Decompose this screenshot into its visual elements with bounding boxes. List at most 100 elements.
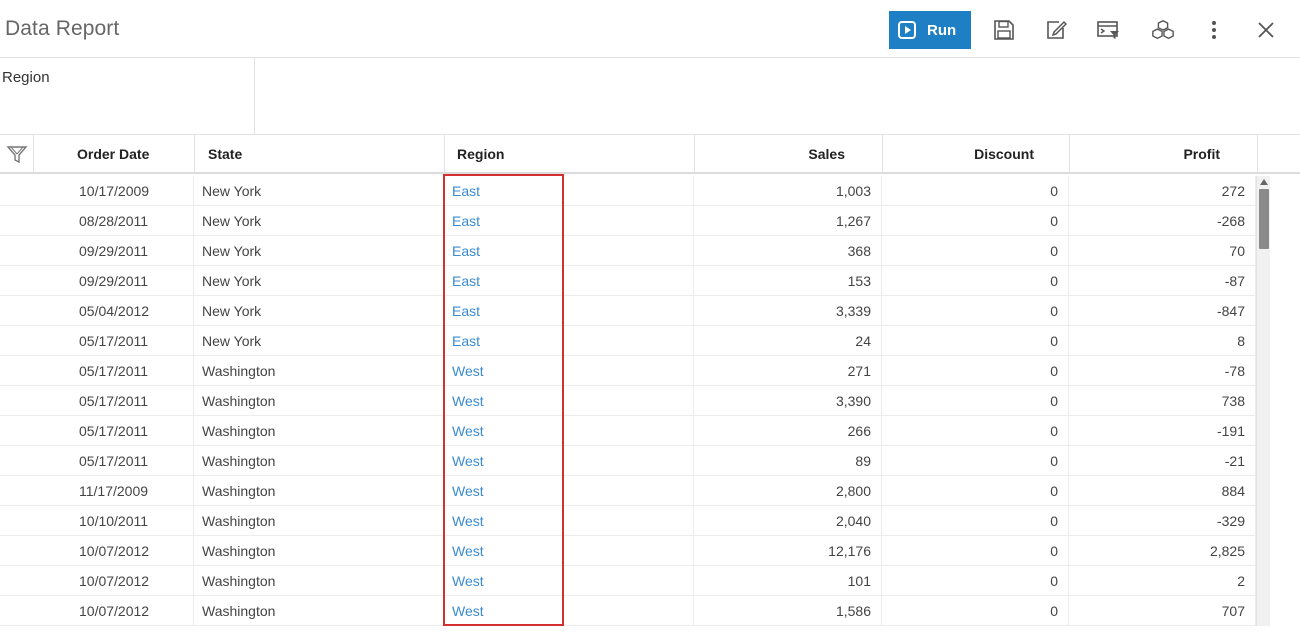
cell-sales: 24 [694, 326, 882, 356]
table-row[interactable]: 05/17/2011 Washington West 89 0 -21 [0, 446, 1256, 476]
cell-region[interactable]: West [444, 476, 694, 506]
row-selector[interactable] [0, 356, 34, 386]
report-title: Data Report [5, 17, 120, 40]
cell-profit: 738 [1069, 386, 1256, 416]
cell-profit: -191 [1069, 416, 1256, 446]
column-header-discount[interactable]: Discount [883, 135, 1070, 172]
cell-region[interactable]: East [444, 326, 694, 356]
cell-sales: 3,390 [694, 386, 882, 416]
run-button-label: Run [927, 21, 957, 39]
cell-region[interactable]: East [444, 236, 694, 266]
cell-sales: 2,040 [694, 506, 882, 536]
cell-order-date: 05/04/2012 [34, 296, 194, 326]
cell-discount: 0 [882, 446, 1069, 476]
row-selector[interactable] [0, 326, 34, 356]
cell-discount: 0 [882, 386, 1069, 416]
cell-region[interactable]: West [444, 446, 694, 476]
column-header-region[interactable]: Region [445, 135, 695, 172]
scrollbar-thumb[interactable] [1259, 189, 1269, 249]
row-selector[interactable] [0, 176, 34, 206]
cell-region[interactable]: West [444, 356, 694, 386]
run-button[interactable]: Run [889, 11, 971, 49]
column-header-order-date[interactable]: Order Date [34, 135, 195, 172]
cell-discount: 0 [882, 506, 1069, 536]
cell-region[interactable]: West [444, 566, 694, 596]
table-row[interactable]: 05/17/2011 New York East 24 0 8 [0, 326, 1256, 356]
row-selector[interactable] [0, 596, 34, 626]
cell-discount: 0 [882, 266, 1069, 296]
cell-state: Washington [194, 596, 444, 626]
table-row[interactable]: 10/07/2012 Washington West 101 0 2 [0, 566, 1256, 596]
table-row[interactable]: 05/04/2012 New York East 3,339 0 -847 [0, 296, 1256, 326]
row-selector[interactable] [0, 296, 34, 326]
cell-state: Washington [194, 566, 444, 596]
cell-order-date: 10/07/2012 [34, 596, 194, 626]
cell-discount: 0 [882, 236, 1069, 266]
column-header-profit[interactable]: Profit [1070, 135, 1258, 172]
close-icon[interactable] [1254, 18, 1278, 42]
cell-profit: 2,825 [1069, 536, 1256, 566]
cell-discount: 0 [882, 416, 1069, 446]
cell-profit: -78 [1069, 356, 1256, 386]
cell-region[interactable]: East [444, 176, 694, 206]
table-row[interactable]: 05/17/2011 Washington West 271 0 -78 [0, 356, 1256, 386]
table-row[interactable]: 10/07/2012 Washington West 12,176 0 2,825 [0, 536, 1256, 566]
row-selector[interactable] [0, 206, 34, 236]
more-vertical-icon[interactable] [1202, 18, 1226, 42]
cell-profit: 272 [1069, 176, 1256, 206]
column-header-sales[interactable]: Sales [695, 135, 883, 172]
cell-region[interactable]: East [444, 296, 694, 326]
table-row[interactable]: 09/29/2011 New York East 153 0 -87 [0, 266, 1256, 296]
region-filter[interactable]: Region [0, 58, 255, 134]
table-row[interactable]: 11/17/2009 Washington West 2,800 0 884 [0, 476, 1256, 506]
cell-region[interactable]: West [444, 386, 694, 416]
cell-region[interactable]: East [444, 266, 694, 296]
cell-sales: 1,586 [694, 596, 882, 626]
table-row[interactable]: 09/29/2011 New York East 368 0 70 [0, 236, 1256, 266]
cubes-icon[interactable] [1151, 18, 1175, 42]
cell-sales: 101 [694, 566, 882, 596]
row-selector[interactable] [0, 536, 34, 566]
edit-icon[interactable] [1044, 18, 1068, 42]
vertical-scrollbar[interactable] [1256, 176, 1270, 626]
cell-order-date: 11/17/2009 [34, 476, 194, 506]
cell-sales: 1,267 [694, 206, 882, 236]
cell-order-date: 09/29/2011 [34, 266, 194, 296]
filter-panel-icon[interactable] [1096, 18, 1120, 42]
cell-region[interactable]: East [444, 206, 694, 236]
cell-state: Washington [194, 386, 444, 416]
cell-sales: 153 [694, 266, 882, 296]
row-selector[interactable] [0, 566, 34, 596]
cell-profit: 8 [1069, 326, 1256, 356]
row-selector[interactable] [0, 506, 34, 536]
save-icon[interactable] [992, 18, 1016, 42]
cell-state: New York [194, 206, 444, 236]
cell-region[interactable]: West [444, 596, 694, 626]
row-selector[interactable] [0, 236, 34, 266]
cell-region[interactable]: West [444, 536, 694, 566]
cell-state: Washington [194, 446, 444, 476]
table-row[interactable]: 08/28/2011 New York East 1,267 0 -268 [0, 206, 1256, 236]
table-row[interactable]: 10/07/2012 Washington West 1,586 0 707 [0, 596, 1256, 626]
row-selector[interactable] [0, 386, 34, 416]
row-selector[interactable] [0, 416, 34, 446]
cell-state: New York [194, 176, 444, 206]
row-selector[interactable] [0, 266, 34, 296]
table-row[interactable]: 05/17/2011 Washington West 3,390 0 738 [0, 386, 1256, 416]
filter-pane: Region [0, 58, 1300, 135]
row-selector[interactable] [0, 476, 34, 506]
table-row[interactable]: 10/17/2009 New York East 1,003 0 272 [0, 176, 1256, 206]
region-filter-label: Region [2, 69, 50, 86]
table-row[interactable]: 10/10/2011 Washington West 2,040 0 -329 [0, 506, 1256, 536]
column-filter-icon[interactable] [0, 135, 34, 172]
row-selector[interactable] [0, 446, 34, 476]
cell-region[interactable]: West [444, 416, 694, 446]
cell-order-date: 10/07/2012 [34, 536, 194, 566]
cell-region[interactable]: West [444, 506, 694, 536]
cell-state: Washington [194, 536, 444, 566]
cell-profit: -21 [1069, 446, 1256, 476]
table-row[interactable]: 05/17/2011 Washington West 266 0 -191 [0, 416, 1256, 446]
scroll-up-arrow-icon[interactable] [1257, 176, 1271, 188]
column-header-state[interactable]: State [195, 135, 445, 172]
cell-order-date: 05/17/2011 [34, 416, 194, 446]
